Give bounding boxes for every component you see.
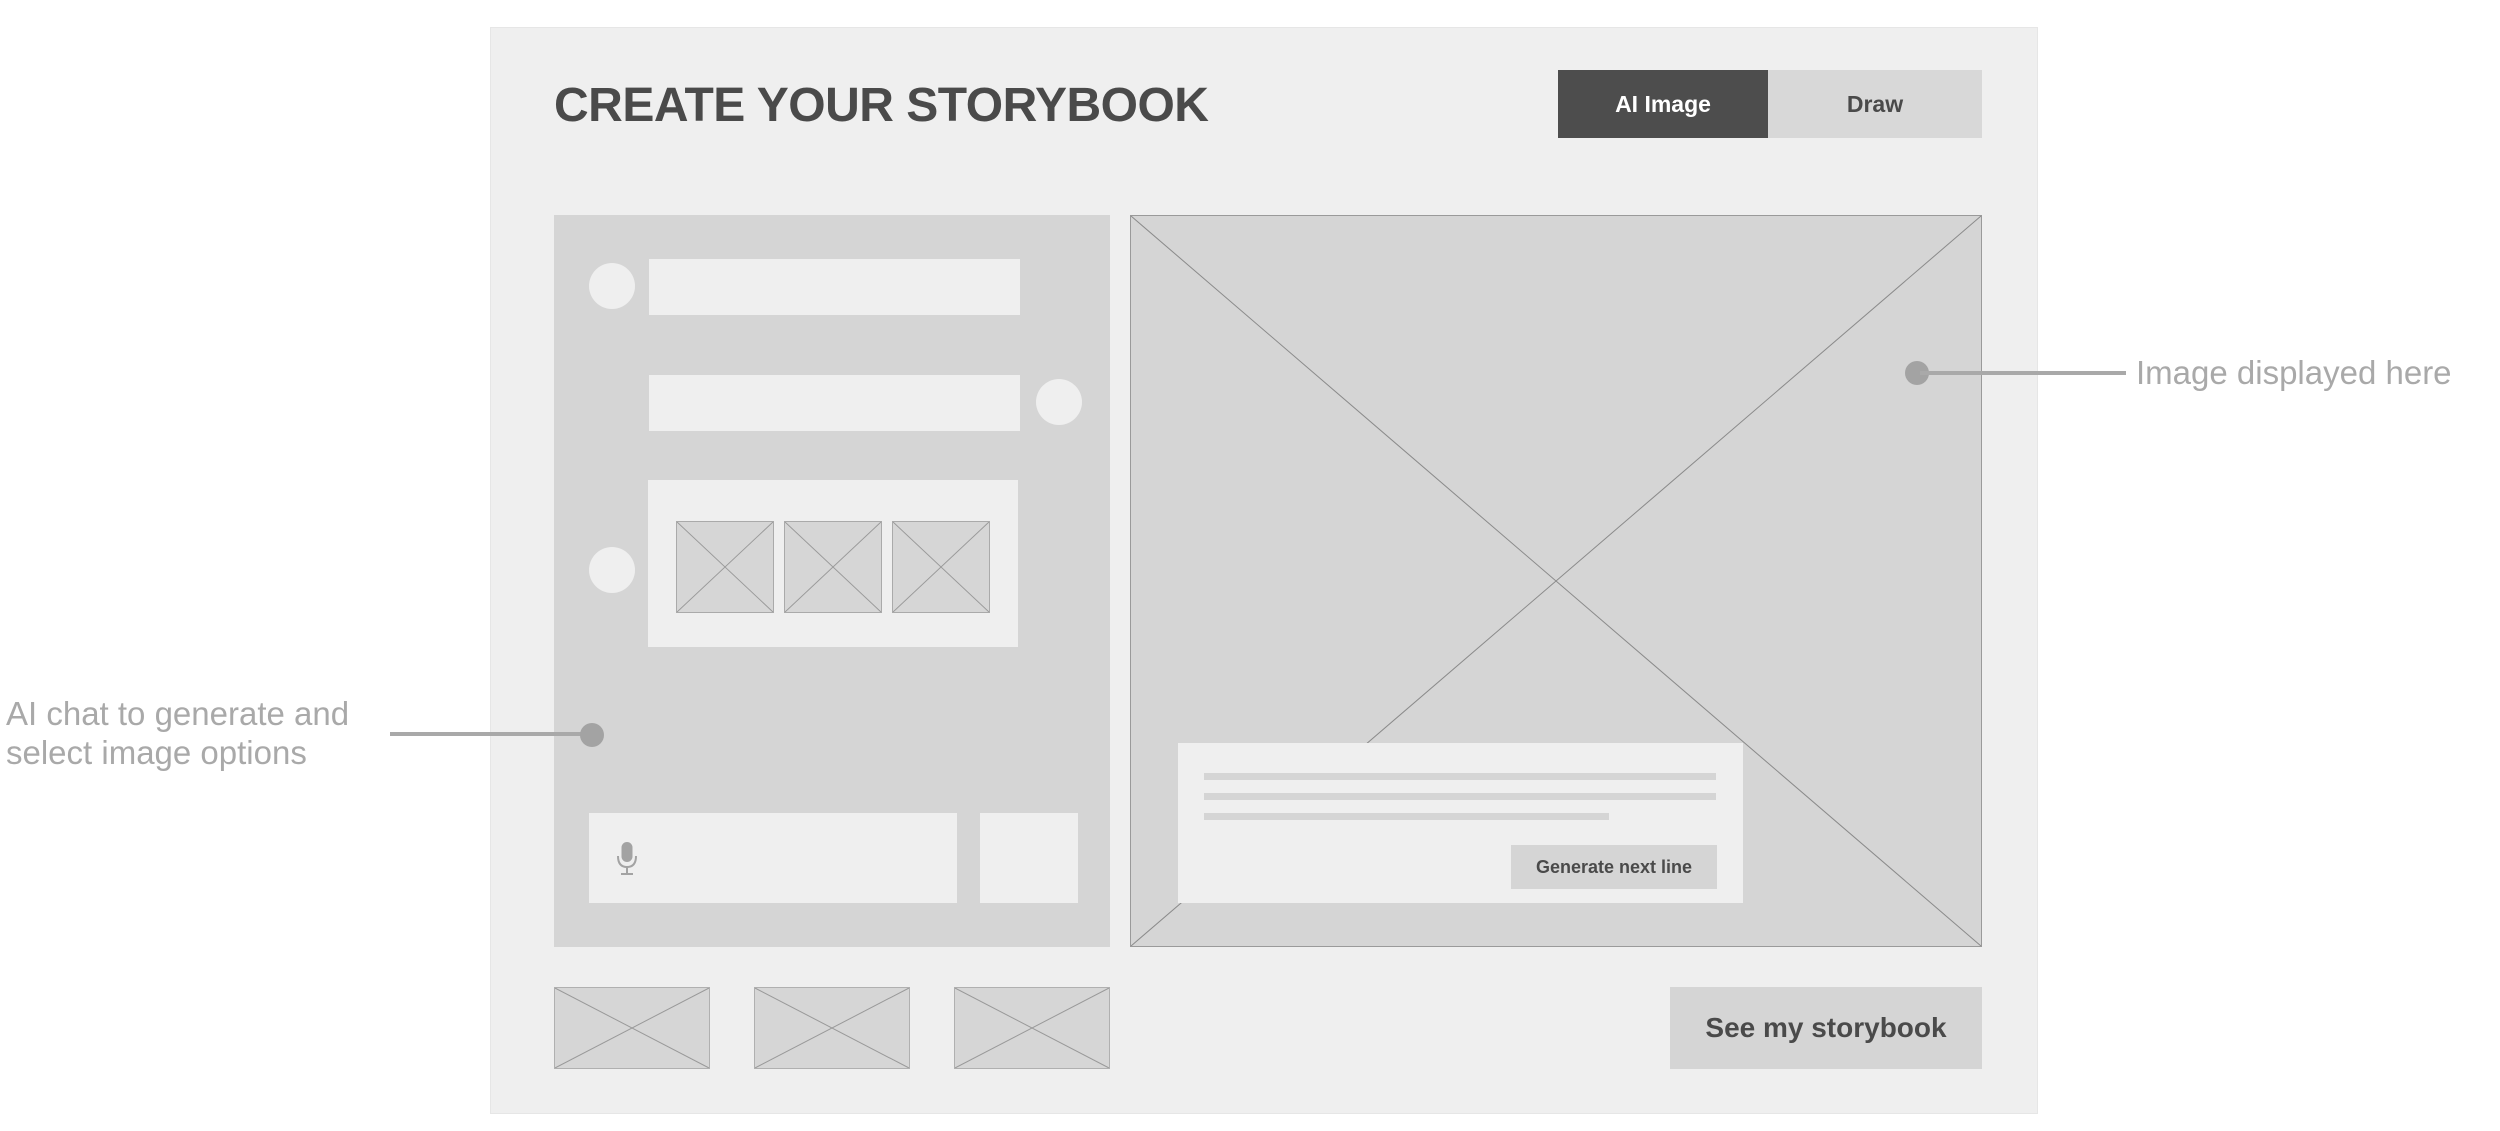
storybook-page-thumbnail[interactable] — [754, 987, 910, 1069]
image-placeholder-icon — [893, 522, 989, 612]
annotation-image: Image displayed here — [2136, 354, 2452, 391]
annotation-leader-line — [390, 732, 594, 736]
storybook-page-thumbnail[interactable] — [554, 987, 710, 1069]
annotation-chat-line-2: select image options — [6, 734, 307, 771]
chat-message-user — [649, 375, 1020, 431]
tab-ai-image[interactable]: AI Image — [1558, 70, 1768, 138]
see-my-storybook-button[interactable]: See my storybook — [1670, 987, 1982, 1069]
text-line — [1204, 773, 1716, 780]
user-avatar — [1036, 379, 1082, 425]
ai-avatar — [589, 547, 635, 593]
annotation-leader-line — [1920, 371, 2126, 375]
ai-avatar — [589, 263, 635, 309]
text-line — [1204, 813, 1609, 820]
image-option[interactable] — [784, 521, 882, 613]
generate-next-line-button[interactable]: Generate next line — [1511, 845, 1717, 889]
tab-draw[interactable]: Draw — [1768, 70, 1982, 138]
image-option[interactable] — [676, 521, 774, 613]
image-option[interactable] — [892, 521, 990, 613]
chat-message-ai — [649, 259, 1020, 315]
image-placeholder-icon — [677, 522, 773, 612]
image-placeholder-icon — [955, 988, 1109, 1068]
text-line — [1204, 793, 1716, 800]
send-button[interactable] — [980, 813, 1078, 903]
page-title: CREATE YOUR STORYBOOK — [554, 79, 1209, 132]
microphone-icon[interactable] — [616, 841, 638, 877]
image-placeholder-icon — [755, 988, 909, 1068]
annotation-marker — [580, 723, 604, 747]
annotation-chat-line-1: AI chat to generate and — [6, 695, 350, 732]
image-placeholder-icon — [555, 988, 709, 1068]
storybook-page-thumbnail[interactable] — [954, 987, 1110, 1069]
image-placeholder-icon — [785, 522, 881, 612]
chat-input[interactable] — [589, 813, 957, 903]
